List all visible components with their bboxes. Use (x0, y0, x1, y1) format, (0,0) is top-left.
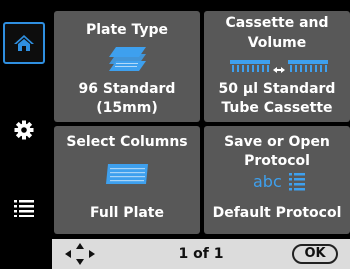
plate-type-tile[interactable]: Plate Type 96 Standard (15mm) (54, 11, 200, 122)
home-icon (14, 35, 34, 51)
list-button[interactable] (4, 188, 44, 228)
plate-stack-icon (109, 47, 146, 71)
protocol-title-line1: Save or Open (224, 134, 330, 150)
cassette-title-line1: Cassette and (225, 15, 329, 31)
home-button[interactable] (3, 22, 45, 64)
text-list-icon (289, 173, 305, 191)
main-panel: Plate Type 96 Standard (15mm) Cassette a… (52, 0, 350, 269)
cassette-title-line2: Volume (247, 35, 307, 51)
protocol-tile[interactable]: Save or Open Protocol abc Default Protoc… (204, 126, 350, 234)
protocol-title-line2: Protocol (244, 153, 310, 169)
plate-type-value-line1: 96 Standard (78, 81, 176, 97)
gear-icon (14, 120, 34, 140)
select-columns-tile[interactable]: Select Columns Full Plate (54, 126, 200, 234)
sidebar (0, 0, 48, 269)
plate-columns-icon (106, 164, 148, 184)
plate-type-title: Plate Type (85, 22, 169, 38)
cassette-value-line1: 50 µl Standard (218, 81, 336, 97)
plate-type-value-line2: (15mm) (96, 100, 158, 116)
select-columns-value: Full Plate (90, 205, 164, 221)
protocol-value: Default Protocol (212, 205, 342, 221)
ok-button[interactable]: OK (292, 244, 338, 264)
settings-button[interactable] (4, 110, 44, 150)
select-columns-title: Select Columns (66, 134, 188, 150)
footer-bar: 1 of 1 OK (52, 239, 350, 269)
abc-text-icon: abc (253, 172, 282, 191)
cassette-volume-icon (230, 60, 328, 73)
cassette-volume-tile[interactable]: Cassette and Volume 50 µl Standard Tube … (204, 11, 350, 122)
list-icon (14, 200, 34, 217)
cassette-value-line2: Tube Cassette (221, 100, 333, 116)
